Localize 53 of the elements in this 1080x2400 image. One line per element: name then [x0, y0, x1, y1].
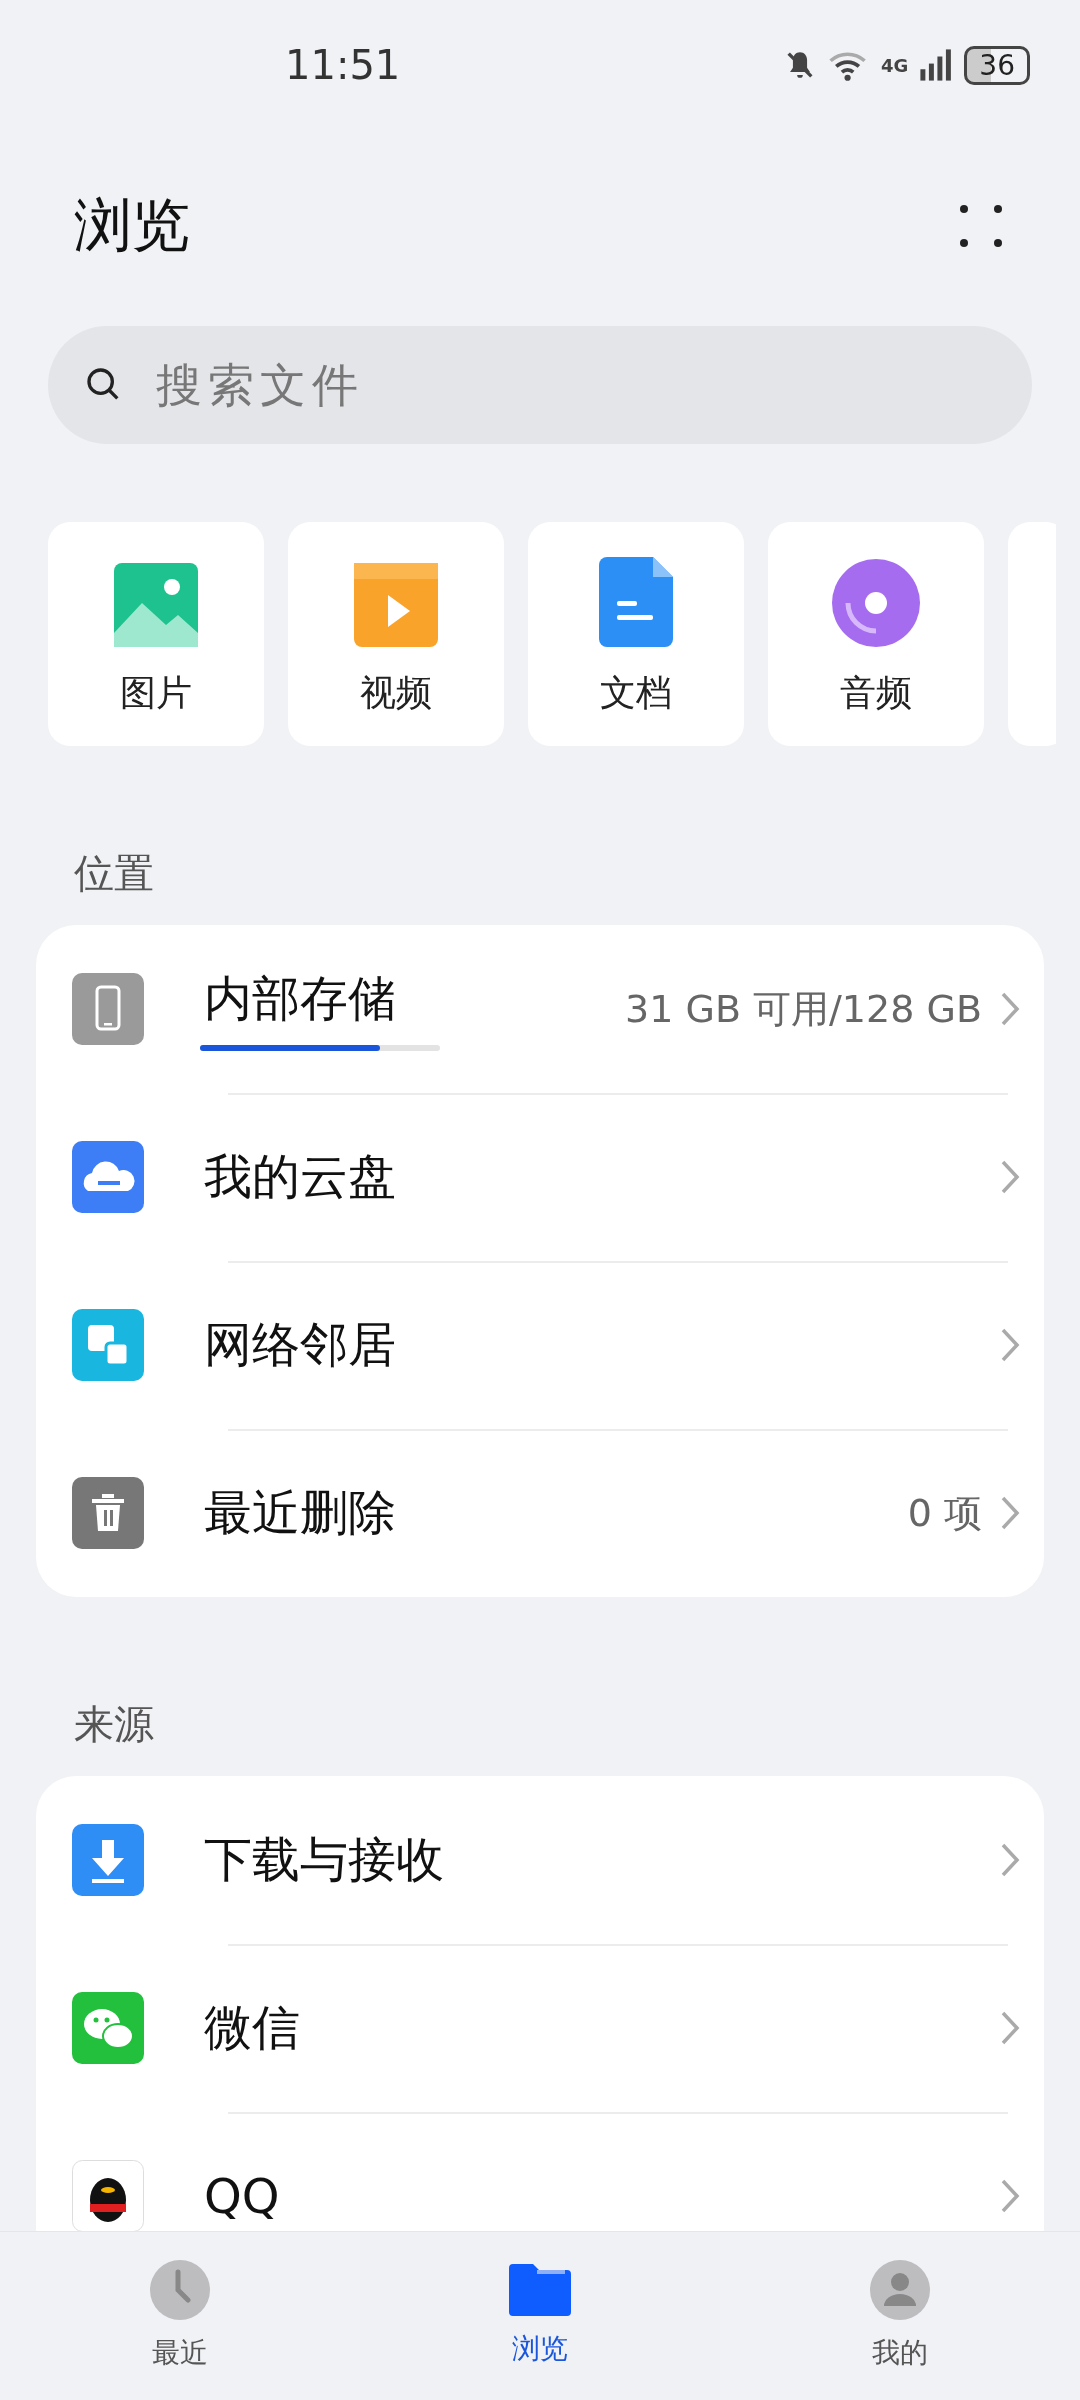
chevron-icon [1000, 1327, 1020, 1363]
list-item[interactable]: 我的云盘 [72, 1093, 1020, 1261]
nav-tab[interactable]: 最近 [0, 2232, 360, 2400]
category-label: 音频 [840, 671, 912, 715]
search-field[interactable]: 搜索文件 [48, 326, 1032, 444]
item-label: 最近删除 [204, 1483, 397, 1542]
list-item[interactable]: 微信 [72, 1944, 1020, 2112]
page-title: 浏览 [74, 190, 190, 261]
item-detail: 31 GB 可用/128 GB [625, 985, 982, 1033]
category-label: 图片 [120, 671, 192, 715]
item-label: 微信 [204, 1998, 301, 2057]
category-card[interactable]: 视频 [288, 522, 504, 746]
category-label: 视频 [360, 671, 432, 715]
section-title: 位置 [74, 849, 155, 898]
category-card[interactable]: 文档 [528, 522, 744, 746]
image-icon [114, 563, 198, 647]
item-label: 网络邻居 [204, 1315, 397, 1374]
squares-icon [72, 1309, 144, 1381]
item-detail: 0 项 [907, 1489, 982, 1537]
list-item[interactable]: 最近删除 0 项 [72, 1429, 1020, 1597]
trash-icon [72, 1477, 144, 1549]
cloud-icon [72, 1141, 144, 1213]
chevron-icon [1000, 1495, 1020, 1531]
list-item[interactable]: 内部存储 31 GB 可用/128 GB [72, 925, 1020, 1093]
item-label: 下载与接收 [204, 1830, 445, 1889]
category-card[interactable]: 图片 [48, 522, 264, 746]
list-item[interactable]: 网络邻居 [72, 1261, 1020, 1429]
battery-indicator: 36 [964, 45, 1030, 85]
play-icon [354, 563, 438, 647]
phone-icon [72, 973, 144, 1045]
item-label: QQ [204, 2168, 281, 2224]
disc-icon [832, 559, 920, 647]
download-icon [72, 1824, 144, 1896]
network-type: 4G [881, 54, 909, 76]
list-item[interactable]: QQ [72, 2112, 1020, 2231]
chevron-icon [1000, 2178, 1020, 2214]
chat-bubbles-icon [72, 1992, 144, 2064]
item-label: 内部存储 [204, 969, 397, 1028]
clock-icon [150, 2260, 210, 2320]
chevron-icon [1000, 1159, 1020, 1195]
chevron-icon [1000, 1842, 1020, 1878]
document-icon [599, 557, 673, 647]
section-title: 来源 [74, 1700, 155, 1749]
folder-icon [509, 2264, 571, 2316]
person-icon [870, 2260, 930, 2320]
item-label: 我的云盘 [204, 1147, 397, 1206]
category-card[interactable]: 音频 [768, 522, 984, 746]
nav-tab[interactable]: 我的 [720, 2232, 1080, 2400]
chevron-icon [1000, 991, 1020, 1027]
chevron-icon [1000, 2010, 1020, 2046]
list-item[interactable]: 下载与接收 [72, 1776, 1020, 1944]
category-label: 文档 [600, 671, 672, 715]
status-time: 11:51 [285, 42, 401, 88]
